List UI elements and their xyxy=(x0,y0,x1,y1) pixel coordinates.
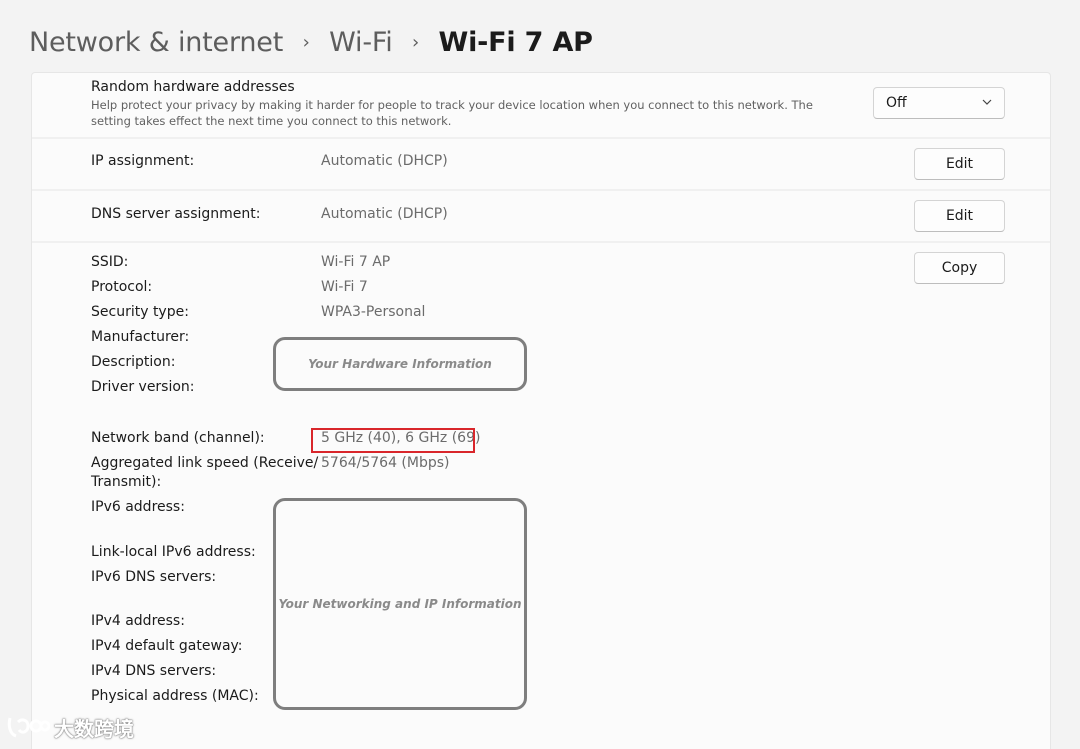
security-type-label: Security type: xyxy=(91,304,189,320)
watermark: 大数跨境 xyxy=(6,712,134,742)
chevron-down-icon xyxy=(982,99,992,105)
ip-assignment-label: IP assignment: xyxy=(91,153,195,169)
copy-properties-button[interactable]: Copy xyxy=(914,252,1005,284)
ipv6-address-label: IPv6 address: xyxy=(91,499,185,515)
watermark-logo-icon xyxy=(7,717,50,738)
networking-info-redaction-box: Your Networking and IP Information xyxy=(273,498,527,710)
ipv4-address-label: IPv4 address: xyxy=(91,613,185,629)
network-properties-panel: Random hardware addresses Help protect y… xyxy=(31,72,1051,749)
divider xyxy=(32,137,1050,139)
breadcrumb-separator-icon: › xyxy=(302,31,310,53)
network-band-label: Network band (channel): xyxy=(91,430,265,446)
link-speed-label-line2: Transmit): xyxy=(91,474,162,490)
random-hw-selected-value: Off xyxy=(886,95,907,111)
ipv6-dns-servers-label: IPv6 DNS servers: xyxy=(91,569,217,585)
security-type-value: WPA3-Personal xyxy=(321,304,426,320)
link-local-ipv6-label: Link-local IPv6 address: xyxy=(91,544,256,560)
dns-assignment-value: Automatic (DHCP) xyxy=(321,206,448,222)
breadcrumb-wifi[interactable]: Wi-Fi xyxy=(329,27,393,58)
page-title: Wi-Fi 7 AP xyxy=(438,26,593,58)
mac-address-label: Physical address (MAC): xyxy=(91,688,259,704)
protocol-label: Protocol: xyxy=(91,279,153,295)
breadcrumb-separator-icon: › xyxy=(412,31,420,53)
description-label: Description: xyxy=(91,354,176,370)
breadcrumb: Network & internet › Wi-Fi › Wi-Fi 7 AP xyxy=(29,22,593,62)
breadcrumb-network-internet[interactable]: Network & internet xyxy=(29,27,283,58)
manufacturer-label: Manufacturer: xyxy=(91,329,190,345)
ssid-label: SSID: xyxy=(91,254,129,270)
protocol-value: Wi-Fi 7 xyxy=(321,279,368,295)
hardware-info-redaction-box: Your Hardware Information xyxy=(273,337,527,391)
link-speed-label-line1: Aggregated link speed (Receive/ xyxy=(91,455,319,471)
random-hw-dropdown[interactable]: Off xyxy=(873,87,1005,119)
driver-version-label: Driver version: xyxy=(91,379,195,395)
ip-assignment-edit-button[interactable]: Edit xyxy=(914,148,1005,180)
dns-assignment-edit-button[interactable]: Edit xyxy=(914,200,1005,232)
ipv4-gateway-label: IPv4 default gateway: xyxy=(91,638,243,654)
network-band-highlight xyxy=(311,428,475,453)
link-speed-value: 5764/5764 (Mbps) xyxy=(321,455,450,471)
ssid-value: Wi-Fi 7 AP xyxy=(321,254,391,270)
random-hw-title: Random hardware addresses xyxy=(91,79,295,95)
ip-assignment-value: Automatic (DHCP) xyxy=(321,153,448,169)
divider xyxy=(32,189,1050,191)
ipv4-dns-servers-label: IPv4 DNS servers: xyxy=(91,663,217,679)
dns-assignment-label: DNS server assignment: xyxy=(91,206,261,222)
random-hw-description: Help protect your privacy by making it h… xyxy=(91,98,813,128)
divider xyxy=(32,241,1050,243)
watermark-text: 大数跨境 xyxy=(54,716,134,741)
